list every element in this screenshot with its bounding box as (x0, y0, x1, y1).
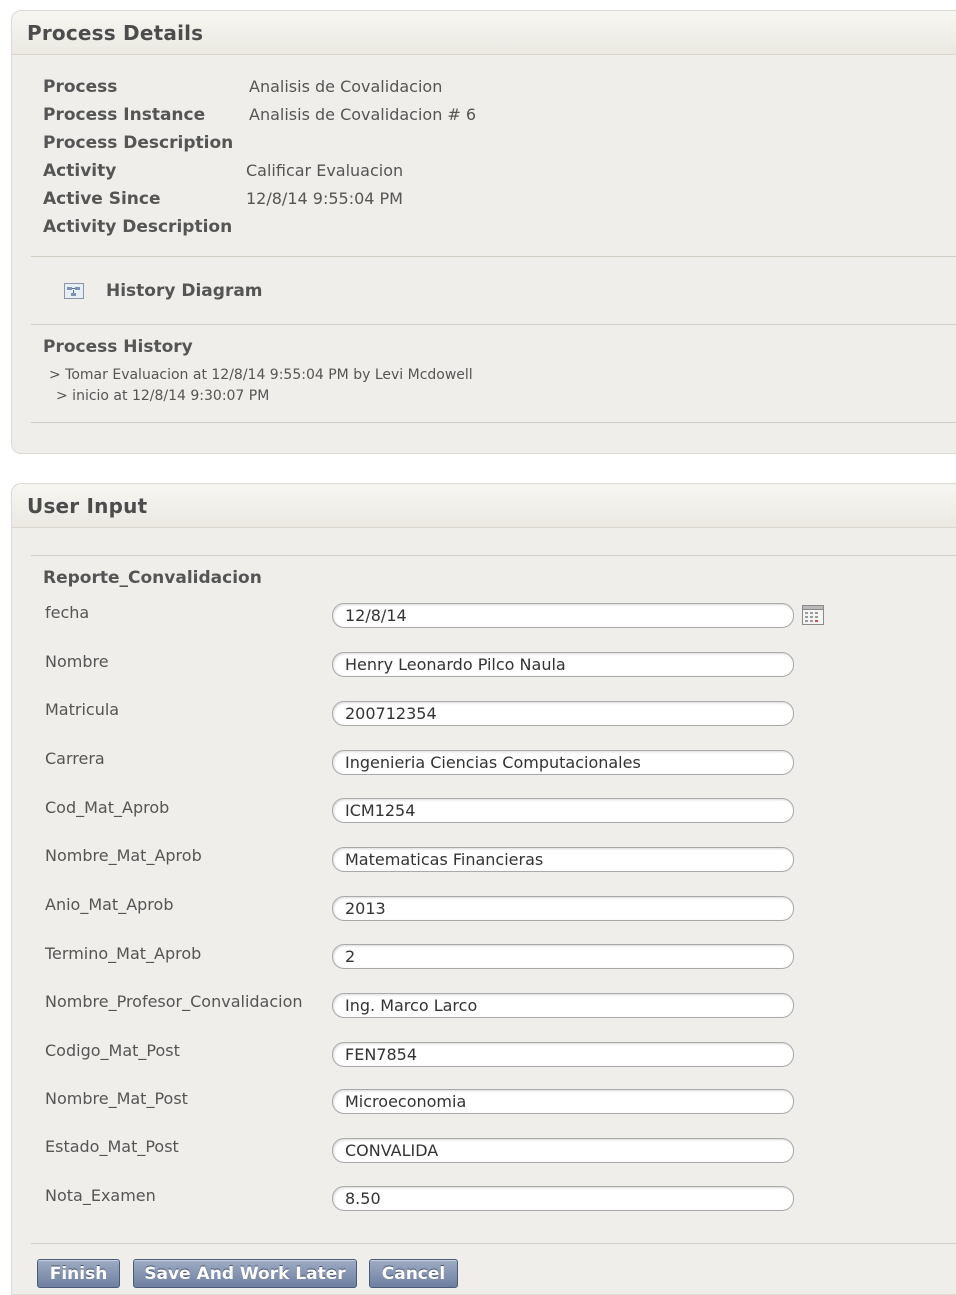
process-label: Process (43, 77, 118, 97)
field-label-codigo-mat-post: Codigo_Mat_Post (45, 1041, 180, 1060)
nota-examen-input[interactable] (332, 1186, 794, 1211)
history-entry: > inicio at 12/8/14 9:30:07 PM (56, 388, 270, 404)
field-label-termino-mat-aprob: Termino_Mat_Aprob (45, 944, 202, 963)
process-instance-value: Analisis de Covalidacion # 6 (249, 105, 477, 124)
calendar-icon[interactable] (802, 605, 824, 625)
finish-button[interactable]: Finish (37, 1259, 120, 1288)
field-label-estado-mat-post: Estado_Mat_Post (45, 1137, 179, 1156)
divider (31, 324, 956, 325)
codigo-mat-post-input[interactable] (332, 1042, 794, 1067)
process-description-label: Process Description (43, 133, 234, 153)
active-since-value: 12/8/14 9:55:04 PM (246, 189, 403, 208)
divider (31, 422, 956, 423)
nombre-profesor-input[interactable] (332, 993, 794, 1018)
process-details-title: Process Details (12, 11, 956, 55)
fecha-input[interactable] (332, 603, 794, 628)
field-label-nota-examen: Nota_Examen (45, 1186, 156, 1205)
user-input-title: User Input (12, 484, 956, 528)
field-label-fecha: fecha (45, 603, 90, 622)
field-label-nombre: Nombre (45, 652, 109, 671)
process-details-panel: Process Details Process Analisis de Cova… (11, 10, 956, 454)
activity-value: Calificar Evaluacion (246, 161, 404, 180)
nombre-mat-post-input[interactable] (332, 1089, 794, 1114)
save-and-work-later-button[interactable]: Save And Work Later (133, 1259, 357, 1288)
diagram-icon (64, 283, 84, 299)
history-diagram-label: History Diagram (106, 281, 263, 301)
divider (31, 1243, 956, 1244)
active-since-label: Active Since (43, 189, 161, 209)
cod-mat-aprob-input[interactable] (332, 798, 794, 823)
estado-mat-post-input[interactable] (332, 1138, 794, 1163)
field-label-anio-mat-aprob: Anio_Mat_Aprob (45, 895, 174, 914)
history-diagram-link[interactable]: History Diagram (64, 281, 263, 301)
form-title: Reporte_Convalidacion (43, 568, 262, 588)
divider (31, 555, 956, 556)
process-history-title: Process History (43, 337, 193, 357)
field-label-nombre-profesor: Nombre_Profesor_Convalidacion (45, 992, 303, 1011)
history-entry: > Tomar Evaluacion at 12/8/14 9:55:04 PM… (49, 367, 473, 383)
cancel-button[interactable]: Cancel (369, 1259, 458, 1288)
activity-label: Activity (43, 161, 117, 181)
activity-description-label: Activity Description (43, 217, 233, 237)
process-instance-label: Process Instance (43, 105, 206, 125)
termino-mat-aprob-input[interactable] (332, 944, 794, 969)
carrera-input[interactable] (332, 750, 794, 775)
anio-mat-aprob-input[interactable] (332, 896, 794, 921)
divider (31, 256, 956, 257)
field-label-nombre-mat-aprob: Nombre_Mat_Aprob (45, 846, 202, 865)
process-value: Analisis de Covalidacion (249, 77, 443, 96)
user-input-panel: User Input Reporte_Convalidacion fecha N… (11, 483, 956, 1295)
field-label-nombre-mat-post: Nombre_Mat_Post (45, 1089, 188, 1108)
field-label-carrera: Carrera (45, 749, 105, 768)
nombre-mat-aprob-input[interactable] (332, 847, 794, 872)
nombre-input[interactable] (332, 652, 794, 677)
matricula-input[interactable] (332, 701, 794, 726)
field-label-matricula: Matricula (45, 700, 120, 719)
field-label-cod-mat-aprob: Cod_Mat_Aprob (45, 798, 170, 817)
